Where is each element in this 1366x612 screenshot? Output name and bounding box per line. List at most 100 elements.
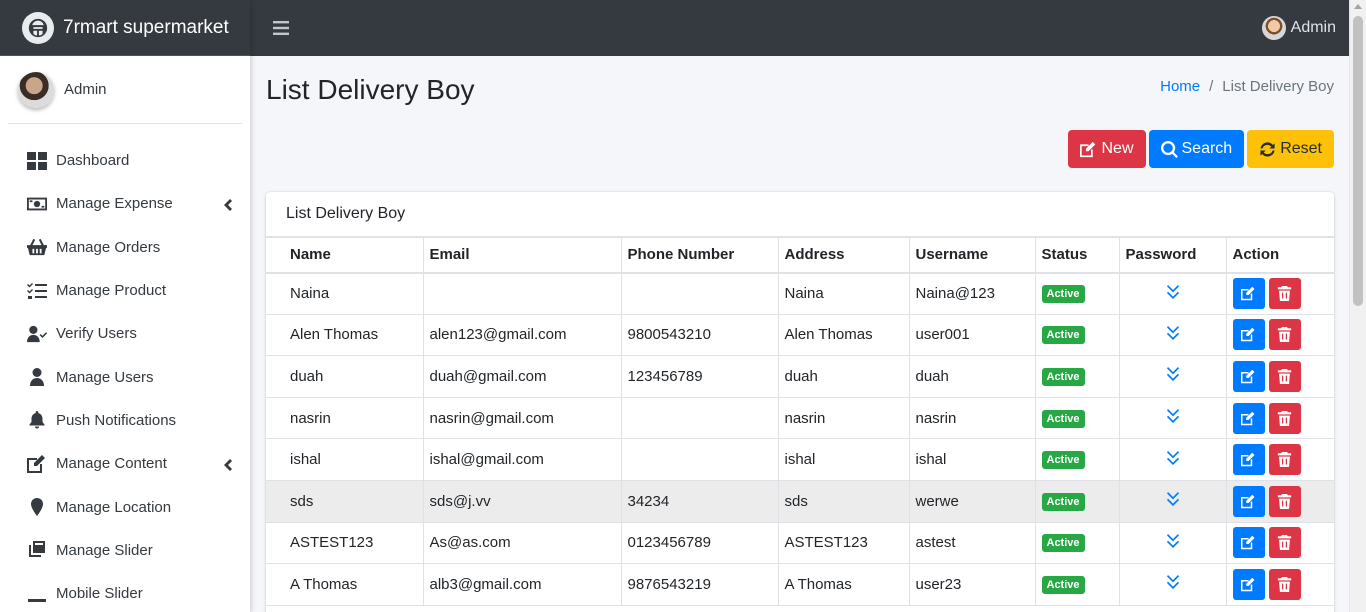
brand-logo-icon <box>22 11 54 44</box>
sidebar-item-label: Manage Slider <box>56 541 153 559</box>
sidebar-item-mobile-slider[interactable]: Mobile Slider <box>0 572 250 612</box>
status-badge[interactable]: Active <box>1041 367 1085 386</box>
sidebar: 7rmart supermarket Admin Dashboard Manag… <box>0 0 250 612</box>
password-toggle-icon[interactable] <box>1166 325 1179 344</box>
table-body: Naina Naina Naina@123 Active Alen Thomas alen… <box>266 272 1334 612</box>
edit-icon <box>26 454 48 474</box>
password-toggle-icon[interactable] <box>1166 409 1179 427</box>
cell-phone: 9800543210 <box>620 313 779 357</box>
edit-row-button[interactable] <box>1232 527 1265 559</box>
status-badge[interactable]: Active <box>1041 409 1085 428</box>
cell-email: ishal@gmail.com <box>422 438 622 481</box>
column-header-address[interactable]: Address <box>777 237 910 274</box>
sidebar-item-manage-content[interactable]: Manage Content <box>0 442 250 485</box>
cell-phone: 9876543219 <box>620 563 779 606</box>
cell-username: user23 <box>908 563 1036 606</box>
column-header-name[interactable]: Name <box>266 237 424 274</box>
edit-row-button[interactable] <box>1232 360 1265 392</box>
sidebar-item-verify-users[interactable]: Verify Users <box>0 312 250 355</box>
delete-row-button[interactable] <box>1268 527 1301 559</box>
delete-row-button[interactable] <box>1268 402 1301 434</box>
delete-row-button[interactable] <box>1268 485 1301 517</box>
status-badge[interactable]: Active <box>1041 492 1085 511</box>
brand-link[interactable]: 7rmart supermarket <box>0 0 250 56</box>
delete-row-button[interactable] <box>1268 444 1301 476</box>
search-button[interactable]: Search <box>1148 130 1245 168</box>
table-row: A Thomas alb3@gmail.com 9876543219 A Thomas… <box>266 563 1334 606</box>
avatar <box>1261 16 1286 40</box>
trash-icon <box>1277 576 1292 592</box>
new-button[interactable]: New <box>1068 130 1146 168</box>
trash-icon <box>1277 368 1292 384</box>
chevron-left-icon <box>222 458 232 471</box>
column-header-username[interactable]: Username <box>908 237 1036 274</box>
scroll-up-arrow-icon[interactable] <box>1354 4 1362 9</box>
sidebar-item-label: Push Notifications <box>56 411 177 429</box>
cell-phone: 123456789 <box>620 355 779 398</box>
column-header-email[interactable]: Email <box>422 237 622 274</box>
edit-row-button[interactable] <box>1232 568 1265 600</box>
status-badge[interactable]: Active <box>1041 451 1085 470</box>
sidebar-item-label: Manage Expense <box>56 195 173 213</box>
sidebar-item-label: Manage Orders <box>56 238 161 256</box>
page-scrollbar[interactable] <box>1349 0 1366 612</box>
cell-name: Naina <box>266 272 424 315</box>
edit-row-button[interactable] <box>1232 444 1265 476</box>
edit-icon <box>1080 141 1096 157</box>
cell-name: nasrin <box>266 396 424 440</box>
password-toggle-icon[interactable] <box>1166 450 1179 469</box>
edit-row-button[interactable] <box>1232 278 1265 310</box>
edit-row-button[interactable] <box>1232 402 1265 434</box>
cell-address: A Thomas <box>777 563 910 606</box>
delete-row-button[interactable] <box>1268 319 1301 351</box>
sidebar-item-manage-product[interactable]: Manage Product <box>0 269 250 312</box>
sync-icon <box>1260 141 1275 156</box>
sidebar-item-dashboard[interactable]: Dashboard <box>0 139 250 182</box>
cell-action <box>1225 272 1334 315</box>
table-row: nasrin nasrin@gmail.com nasrin nasrin Active <box>266 396 1334 440</box>
status-badge[interactable]: Active <box>1041 534 1085 553</box>
sidebar-item-label: Mobile Slider <box>56 585 143 603</box>
cell-username: werwe <box>908 479 1036 523</box>
column-header-phone[interactable]: Phone Number <box>620 237 779 274</box>
cell-phone <box>620 438 779 481</box>
cell-password <box>1118 563 1227 606</box>
cell-address: Naina <box>777 272 910 315</box>
cell-email: duah@gmail.com <box>422 355 622 398</box>
delete-row-button[interactable] <box>1268 360 1301 392</box>
password-toggle-icon[interactable] <box>1166 492 1179 510</box>
password-toggle-icon[interactable] <box>1166 367 1179 385</box>
scrollbar-thumb[interactable] <box>1353 16 1363 306</box>
topbar-user-menu[interactable]: Admin <box>1261 16 1336 40</box>
password-toggle-icon[interactable] <box>1166 575 1179 593</box>
sidebar-item-manage-expense[interactable]: Manage Expense <box>0 182 250 225</box>
edit-row-button[interactable] <box>1232 319 1265 351</box>
password-toggle-icon[interactable] <box>1166 284 1179 303</box>
sidebar-item-manage-location[interactable]: Manage Location <box>0 485 250 528</box>
delete-row-button[interactable] <box>1268 278 1301 310</box>
cell-username: user001 <box>908 313 1036 357</box>
sidebar-nav: Dashboard Manage Expense Manage Orders M… <box>0 124 250 612</box>
edit-row-button[interactable] <box>1232 485 1265 517</box>
cell-email <box>422 272 622 315</box>
sidebar-item-manage-slider[interactable]: Manage Slider <box>0 529 250 572</box>
cell-name: A Thomas <box>266 563 424 606</box>
sidebar-item-manage-orders[interactable]: Manage Orders <box>0 226 250 269</box>
cell-empty <box>266 604 1334 612</box>
reset-button[interactable]: Reset <box>1247 130 1334 168</box>
status-badge[interactable]: Active <box>1041 285 1085 304</box>
status-badge[interactable]: Active <box>1041 326 1085 345</box>
main-content: List Delivery Boy Home / List Delivery B… <box>250 56 1349 612</box>
user-panel[interactable]: Admin <box>8 56 242 124</box>
avatar <box>18 71 54 108</box>
breadcrumb-home-link[interactable]: Home <box>1160 78 1200 95</box>
sidebar-item-manage-users[interactable]: Manage Users <box>0 355 250 398</box>
sidebar-item-push-notifications[interactable]: Push Notifications <box>0 399 250 442</box>
column-header-status[interactable]: Status <box>1034 237 1120 274</box>
hamburger-menu-icon[interactable] <box>273 21 289 35</box>
column-header-password[interactable]: Password <box>1118 237 1227 274</box>
status-badge[interactable]: Active <box>1041 575 1085 594</box>
cell-name: Alen Thomas <box>266 313 424 357</box>
delete-row-button[interactable] <box>1268 568 1301 600</box>
password-toggle-icon[interactable] <box>1166 533 1179 552</box>
